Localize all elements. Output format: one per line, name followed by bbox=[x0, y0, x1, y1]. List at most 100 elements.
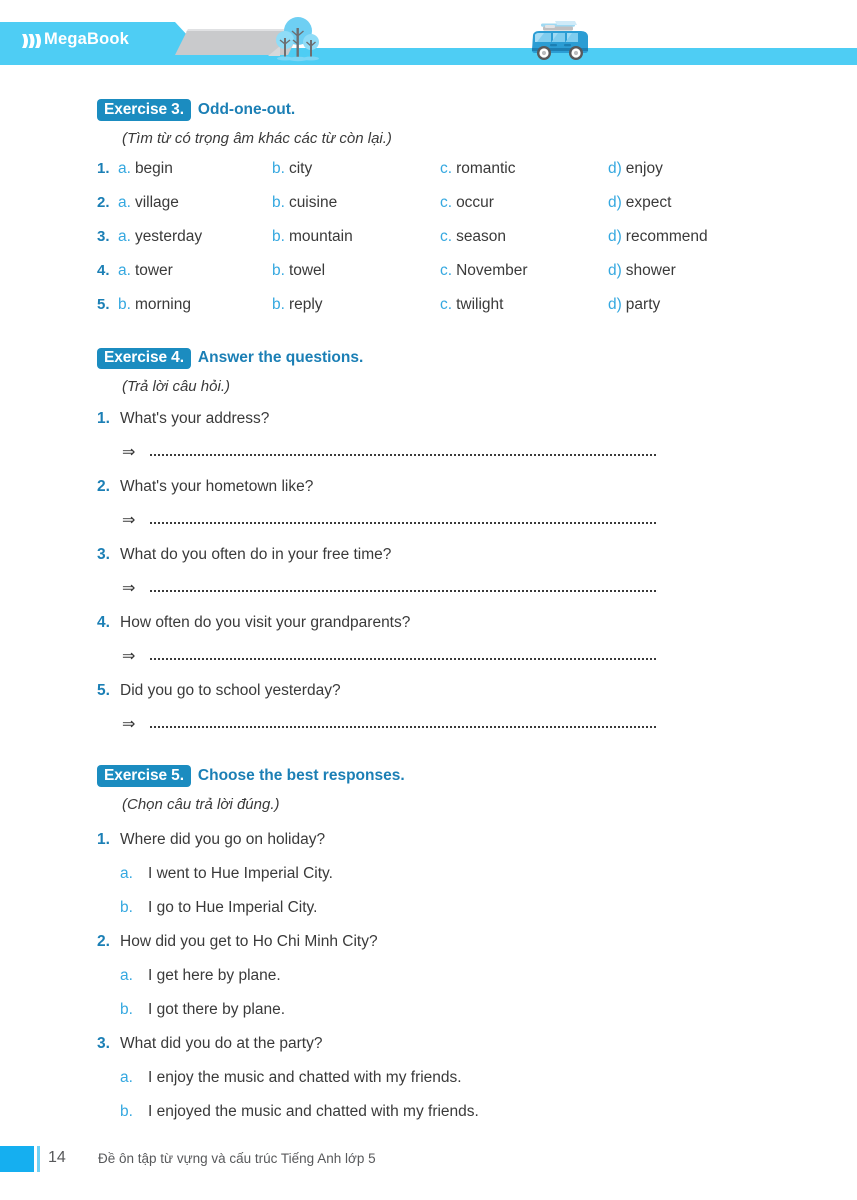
word-option[interactable]: d) shower bbox=[608, 262, 676, 280]
option-word: romantic bbox=[456, 159, 516, 177]
exercise-5-section: Exercise 5. Choose the best responses. (… bbox=[0, 745, 857, 1129]
question-number: 3. bbox=[97, 546, 110, 563]
question-text-row: 3. What did you do at the party? bbox=[0, 1027, 857, 1061]
word-option[interactable]: a. begin bbox=[118, 160, 173, 178]
choice-option[interactable]: a. I went to Hue Imperial City. bbox=[0, 857, 857, 891]
exercise-3-subtitle: (Tìm từ có trọng âm khác các từ còn lại.… bbox=[122, 129, 392, 147]
word-option[interactable]: a. village bbox=[118, 194, 179, 212]
double-arrow-icon: ⇒ bbox=[122, 444, 136, 461]
word-row: 4. a. tower b. towel c. November d) shower bbox=[0, 262, 857, 296]
exercise-4-title: Answer the questions. bbox=[197, 349, 364, 367]
word-option[interactable]: b. morning bbox=[118, 296, 191, 314]
question-text-row: 1. What's your address? bbox=[0, 405, 857, 433]
word-option[interactable]: b. towel bbox=[272, 262, 325, 280]
question-text-row: 2. How did you get to Ho Chi Minh City? bbox=[0, 925, 857, 959]
option-letter: c. bbox=[440, 295, 453, 313]
answer-dotted-line[interactable] bbox=[150, 454, 656, 456]
option-word: city bbox=[288, 159, 313, 177]
brand-logo-text: MegaBook bbox=[44, 30, 130, 48]
row-number: 1. bbox=[97, 159, 110, 177]
word-option[interactable]: b. mountain bbox=[272, 228, 353, 246]
word-option[interactable]: c. November bbox=[440, 262, 528, 280]
exercise-5-questions: 1. Where did you go on holiday? a. I wen… bbox=[0, 823, 857, 1129]
answer-line-row[interactable]: ⇒ bbox=[0, 433, 857, 473]
word-option[interactable]: d) enjoy bbox=[608, 160, 663, 178]
question-number: 1. bbox=[97, 830, 110, 848]
option-word: season bbox=[456, 227, 507, 245]
choice-option[interactable]: a. I get here by plane. bbox=[0, 959, 857, 993]
option-word: expect bbox=[625, 193, 672, 211]
triple-chevron-icon bbox=[22, 34, 41, 48]
word-option[interactable]: b. city bbox=[272, 160, 312, 178]
option-word: towel bbox=[288, 261, 326, 279]
word-option[interactable]: c. twilight bbox=[440, 296, 503, 314]
page-content: Exercise 3. Odd-one-out. (Tìm từ có trọn… bbox=[0, 72, 857, 1129]
choice-option[interactable]: b. I go to Hue Imperial City. bbox=[0, 891, 857, 925]
option-letter: a. bbox=[120, 864, 133, 882]
option-word: cuisine bbox=[288, 193, 338, 211]
option-letter: b. bbox=[120, 898, 133, 916]
question-text-row: 3. What do you often do in your free tim… bbox=[0, 541, 857, 569]
question-number: 1. bbox=[97, 410, 110, 427]
answer-dotted-line[interactable] bbox=[150, 658, 656, 660]
answer-dotted-line[interactable] bbox=[150, 590, 656, 592]
footer-divider bbox=[37, 1146, 40, 1172]
choice-option[interactable]: b. I got there by plane. bbox=[0, 993, 857, 1027]
option-letter: c. bbox=[440, 193, 453, 211]
row-number: 5. bbox=[97, 295, 110, 313]
choice-option[interactable]: a. I enjoy the music and chatted with my… bbox=[0, 1061, 857, 1095]
option-letter: b. bbox=[272, 193, 285, 211]
double-arrow-icon: ⇒ bbox=[122, 580, 136, 597]
exercise-4-section: Exercise 4. Answer the questions. (Trả l… bbox=[0, 330, 857, 746]
option-word: morning bbox=[134, 295, 191, 313]
exercise-4-heading: Exercise 4. Answer the questions. bbox=[0, 347, 857, 369]
word-option[interactable]: d) recommend bbox=[608, 228, 708, 246]
option-text: I go to Hue Imperial City. bbox=[148, 898, 318, 916]
option-word: mountain bbox=[288, 227, 353, 245]
question-number: 5. bbox=[97, 682, 110, 699]
option-word: shower bbox=[625, 261, 676, 279]
page-number: 14 bbox=[48, 1149, 66, 1166]
trees-icon bbox=[268, 17, 319, 62]
word-option[interactable]: a. tower bbox=[118, 262, 173, 280]
option-letter: b. bbox=[272, 261, 285, 279]
word-option[interactable]: a. yesterday bbox=[118, 228, 202, 246]
answer-dotted-line[interactable] bbox=[150, 522, 656, 524]
word-option[interactable]: c. season bbox=[440, 228, 506, 246]
option-letter: b. bbox=[120, 1102, 133, 1120]
word-option[interactable]: d) expect bbox=[608, 194, 671, 212]
answer-line-row[interactable]: ⇒ bbox=[0, 705, 857, 745]
word-option[interactable]: c. occur bbox=[440, 194, 494, 212]
question-item: 3. What do you often do in your free tim… bbox=[0, 541, 857, 609]
row-number: 4. bbox=[97, 261, 110, 279]
choice-question-item: 1. Where did you go on holiday? a. I wen… bbox=[0, 823, 857, 925]
option-letter: c. bbox=[440, 261, 453, 279]
choice-question-item: 2. How did you get to Ho Chi Minh City? … bbox=[0, 925, 857, 1027]
option-word: occur bbox=[456, 193, 494, 211]
answer-line-row[interactable]: ⇒ bbox=[0, 569, 857, 609]
option-word: party bbox=[625, 295, 661, 313]
word-option[interactable]: d) party bbox=[608, 296, 660, 314]
choice-option[interactable]: b. I enjoyed the music and chatted with … bbox=[0, 1095, 857, 1129]
option-text: I went to Hue Imperial City. bbox=[148, 864, 333, 882]
word-row: 2. a. village b. cuisine c. occur d) expect bbox=[0, 194, 857, 228]
question-text: What's your hometown like? bbox=[120, 478, 314, 495]
answer-dotted-line[interactable] bbox=[150, 726, 656, 728]
word-option[interactable]: c. romantic bbox=[440, 160, 516, 178]
word-option[interactable]: b. cuisine bbox=[272, 194, 337, 212]
row-number: 3. bbox=[97, 227, 110, 245]
question-text: What did you do at the party? bbox=[120, 1034, 323, 1052]
exercise-4-subtitle: (Trả lời câu hỏi.) bbox=[122, 378, 230, 395]
exercise-3-section: Exercise 3. Odd-one-out. (Tìm từ có trọn… bbox=[0, 72, 857, 330]
question-number: 2. bbox=[97, 478, 110, 495]
exercise-4-badge: Exercise 4. bbox=[97, 347, 191, 369]
option-word: recommend bbox=[625, 227, 708, 245]
page-header: MegaBook bbox=[0, 0, 857, 72]
answer-line-row[interactable]: ⇒ bbox=[0, 501, 857, 541]
option-word: village bbox=[134, 193, 179, 211]
word-option[interactable]: b. reply bbox=[272, 296, 323, 314]
answer-line-row[interactable]: ⇒ bbox=[0, 637, 857, 677]
car-with-roof-rack-icon bbox=[532, 21, 588, 60]
option-word: November bbox=[456, 261, 528, 279]
question-text: What's your address? bbox=[120, 410, 270, 427]
